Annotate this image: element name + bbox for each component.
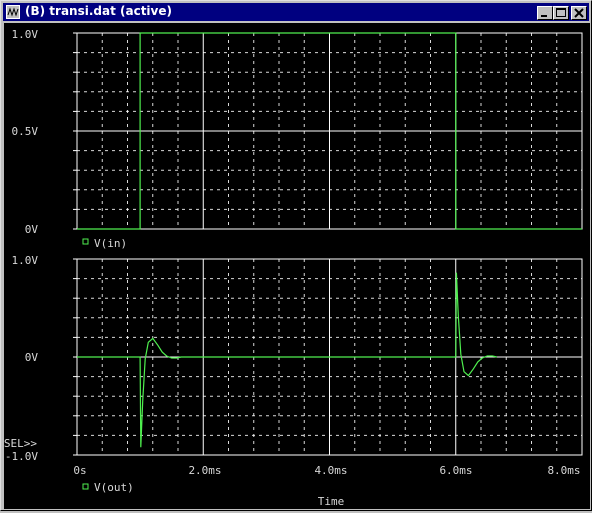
- vout-ytick-mid: 0V: [25, 351, 39, 364]
- maximize-button[interactable]: [553, 6, 569, 20]
- xtick-8ms: 8.0ms: [547, 464, 580, 477]
- vout-legend-marker: [82, 483, 89, 490]
- vin-legend-marker: [82, 238, 89, 245]
- minimize-icon: [541, 15, 547, 17]
- vout-ytick-bottom: -1.0V: [5, 450, 38, 463]
- vin-ytick-mid: 0.5V: [12, 125, 39, 138]
- vin-ytick-bottom: 0V: [25, 223, 39, 236]
- sel-marker[interactable]: SEL>>: [4, 437, 37, 450]
- vin-legend-label[interactable]: V(in): [94, 237, 127, 250]
- vin-ytick-top: 1.0V: [12, 28, 39, 41]
- vout-legend-label[interactable]: V(out): [94, 481, 134, 494]
- close-icon: [574, 8, 584, 18]
- probe-window: (B) transi.dat (active) 1.0V 0.5V 0V V(i…: [0, 0, 592, 511]
- vout-trace-0[interactable]: [77, 272, 497, 448]
- xtick-0: 0s: [73, 464, 86, 477]
- upper-grid: [73, 32, 583, 230]
- x-axis-label: Time: [318, 495, 345, 508]
- xtick-4ms: 4.0ms: [314, 464, 347, 477]
- plot-area[interactable]: 1.0V 0.5V 0V V(in) 1.0V 0V -1.0V SEL>> 0…: [4, 23, 590, 509]
- xtick-6ms: 6.0ms: [439, 464, 472, 477]
- title-bar[interactable]: (B) transi.dat (active): [3, 3, 589, 21]
- maximize-icon: [556, 8, 566, 17]
- close-button[interactable]: [571, 6, 587, 20]
- probe-app-icon[interactable]: [6, 5, 20, 19]
- xtick-2ms: 2.0ms: [188, 464, 221, 477]
- minimize-button[interactable]: [537, 6, 553, 20]
- window-title: (B) transi.dat (active): [25, 4, 172, 18]
- vout-ytick-top: 1.0V: [12, 254, 39, 267]
- plot-canvas[interactable]: 1.0V 0.5V 0V V(in) 1.0V 0V -1.0V SEL>> 0…: [4, 23, 590, 509]
